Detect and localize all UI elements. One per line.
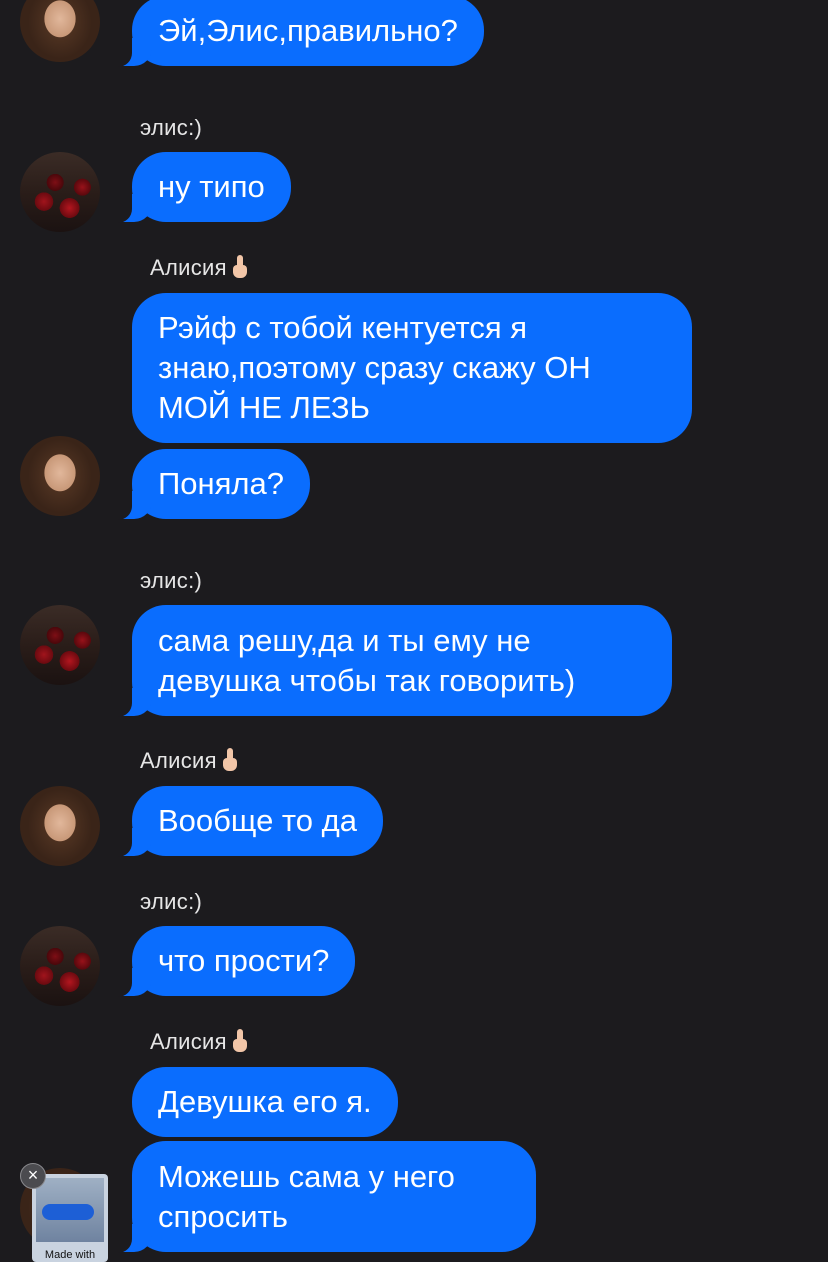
message-text-line: знаю,поэтому сразу скажу ОН xyxy=(158,350,591,385)
message-bubble[interactable]: Рэйф с тобой кентуется я знаю,поэтому ср… xyxy=(132,293,692,443)
middle-finger-emoji-icon xyxy=(231,1029,249,1053)
message-text-line: сама решу,да и ты ему не xyxy=(158,623,531,658)
sender-name-text: Алисия xyxy=(150,255,227,280)
avatar-alicia[interactable] xyxy=(20,436,100,516)
sender-name: элис:) xyxy=(140,889,203,914)
message-bubble[interactable]: сама решу,да и ты ему не девушка чтобы т… xyxy=(110,605,672,717)
message-text: Эй,Элис,правильно? xyxy=(158,13,458,48)
message-text: что прости? xyxy=(158,943,330,978)
message-bubble[interactable]: Можешь сама у него спросить xyxy=(110,1141,536,1253)
message-text-line: Рэйф с тобой кентуется я xyxy=(158,310,528,345)
message-bubble[interactable]: Поняла? xyxy=(110,449,310,520)
close-icon[interactable]: × xyxy=(20,1163,46,1189)
sender-name: элис:) xyxy=(140,115,203,140)
chat-thread: Эй,Элис,правильно? элис:) ну типо Алисия… xyxy=(0,0,828,1262)
message-bubble[interactable]: Вообще то да xyxy=(110,786,383,857)
message-text: Девушка его я. xyxy=(158,1084,372,1119)
message-bubble[interactable]: Девушка его я. xyxy=(132,1067,398,1137)
sender-name: Алисия xyxy=(150,255,249,281)
middle-finger-emoji-icon xyxy=(221,748,239,772)
avatar-alicia[interactable] xyxy=(20,786,100,866)
avatar-elis[interactable] xyxy=(20,152,100,232)
message-text: Поняла? xyxy=(158,466,284,501)
sender-name-text: Алисия xyxy=(150,1029,227,1054)
message-text-line: МОЙ НЕ ЛЕЗЬ xyxy=(158,390,370,425)
avatar-elis[interactable] xyxy=(20,605,100,685)
message-text: Вообще то да xyxy=(158,803,357,838)
sticker-caption: Made with xyxy=(44,1249,96,1261)
message-bubble[interactable]: Эй,Элис,правильно? xyxy=(110,0,484,67)
sender-name: элис:) xyxy=(140,568,203,593)
message-text-line: спросить xyxy=(158,1199,288,1234)
sender-name: Алисия xyxy=(150,1029,249,1055)
sticker-glasses-graphic xyxy=(42,1204,94,1220)
message-bubble[interactable]: что прости? xyxy=(109,926,356,997)
message-text-line: Можешь сама у него xyxy=(158,1159,455,1194)
middle-finger-emoji-icon xyxy=(231,255,249,279)
message-text: ну типо xyxy=(158,169,265,204)
avatar-alicia[interactable] xyxy=(20,0,100,62)
sender-name-text: Алисия xyxy=(140,748,217,773)
sticker-overlay[interactable]: Made with xyxy=(32,1174,108,1262)
avatar-elis[interactable] xyxy=(20,926,100,1006)
sender-name: Алисия xyxy=(140,748,239,774)
message-text-line: девушка чтобы так говорить) xyxy=(158,663,576,698)
message-bubble[interactable]: ну типо xyxy=(110,152,291,223)
